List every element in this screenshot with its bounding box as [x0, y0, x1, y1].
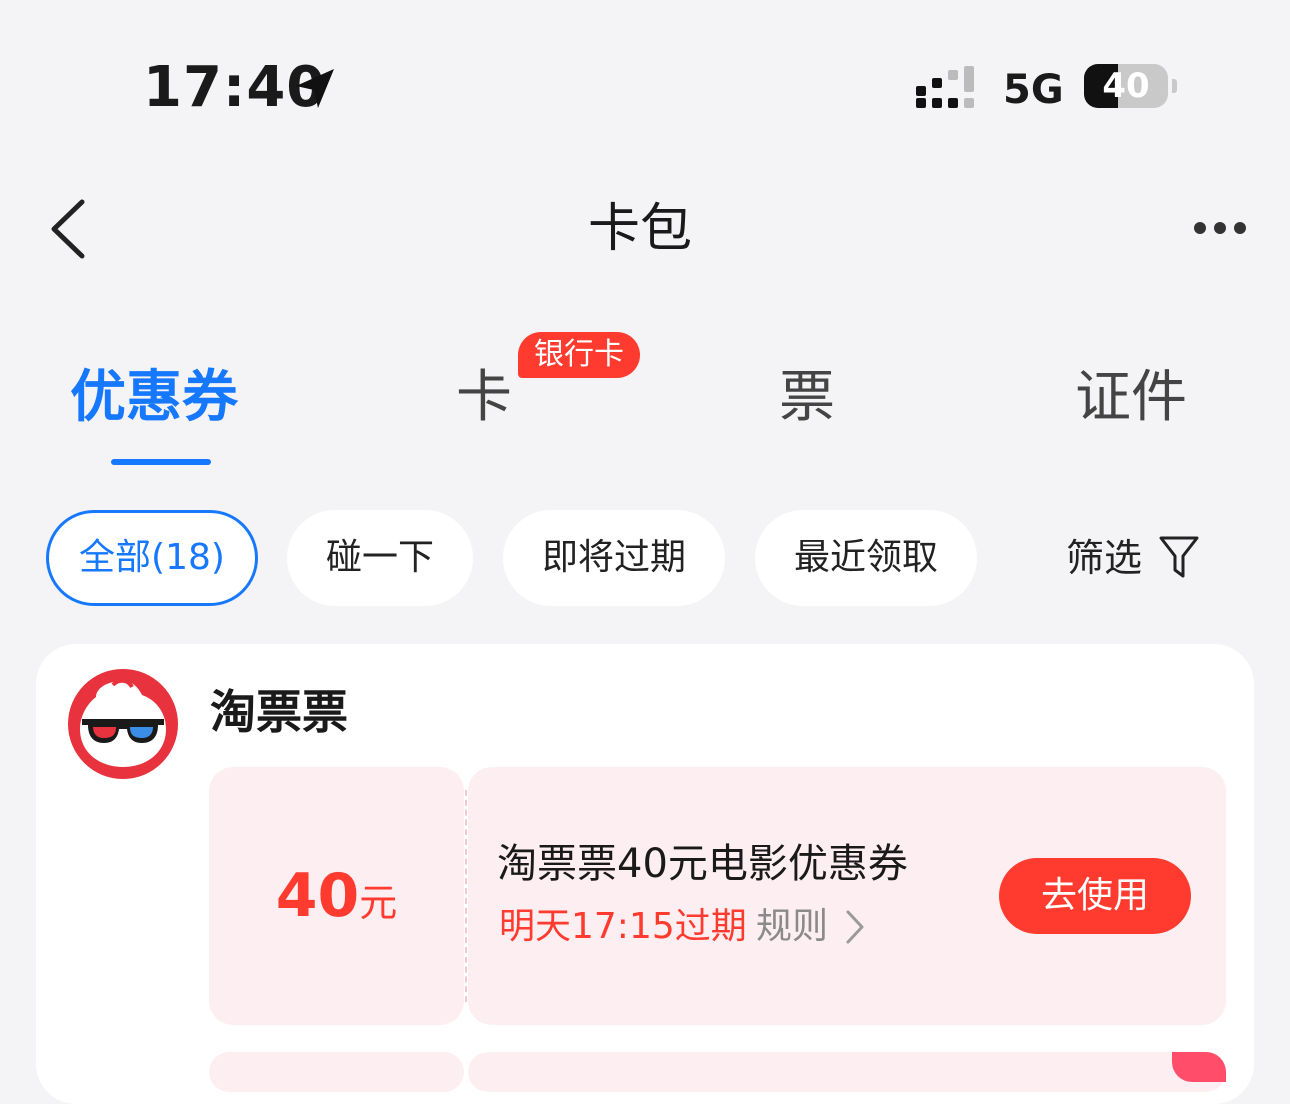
tab-badge-bank-card: 银行卡 [518, 332, 640, 378]
next-coupon-info-panel[interactable] [468, 1052, 1226, 1092]
filter-chip-expiring[interactable]: 即将过期 [503, 510, 725, 606]
signal-icon [916, 66, 974, 108]
tab-cards[interactable]: 卡 [456, 360, 512, 436]
coupon-rules-link[interactable]: 规则 [756, 900, 828, 954]
filter-funnel-icon[interactable] [1158, 534, 1200, 580]
page-title: 卡包 [587, 199, 692, 259]
next-coupon-tag [1172, 1052, 1226, 1082]
tab-active-indicator [111, 459, 211, 465]
filter-chip-all[interactable]: 全部(18) [46, 510, 258, 606]
coupon-amount-value: 40 [275, 861, 360, 931]
next-coupon-amount-panel [209, 1052, 464, 1092]
coupon-divider [465, 790, 467, 1002]
back-icon[interactable] [44, 196, 94, 262]
use-coupon-button[interactable]: 去使用 [999, 858, 1191, 934]
chevron-right-icon[interactable] [842, 906, 868, 948]
battery-indicator: 40 [1084, 64, 1177, 110]
more-icon[interactable] [1192, 216, 1248, 240]
coupon-title: 淘票票40元电影优惠券 [497, 841, 908, 887]
battery-text: 40 [1102, 66, 1150, 106]
coupon-amount-unit: 元 [359, 881, 398, 925]
location-arrow-icon [296, 69, 334, 108]
network-label: 5G [1003, 67, 1064, 113]
filter-chip-tap[interactable]: 碰一下 [287, 510, 473, 606]
taopiaopiao-logo-icon [68, 669, 178, 779]
coupon-expiry: 明天17:15过期 [499, 906, 747, 947]
coupon-brand-name: 淘票票 [210, 685, 348, 739]
tab-tickets[interactable]: 票 [779, 360, 835, 436]
filter-button[interactable]: 筛选 [1066, 528, 1142, 588]
tab-coupons[interactable]: 优惠券 [70, 360, 238, 436]
filter-chip-recent[interactable]: 最近领取 [755, 510, 977, 606]
coupon-amount: 40元 [209, 860, 464, 932]
tab-ids[interactable]: 证件 [1075, 360, 1187, 436]
